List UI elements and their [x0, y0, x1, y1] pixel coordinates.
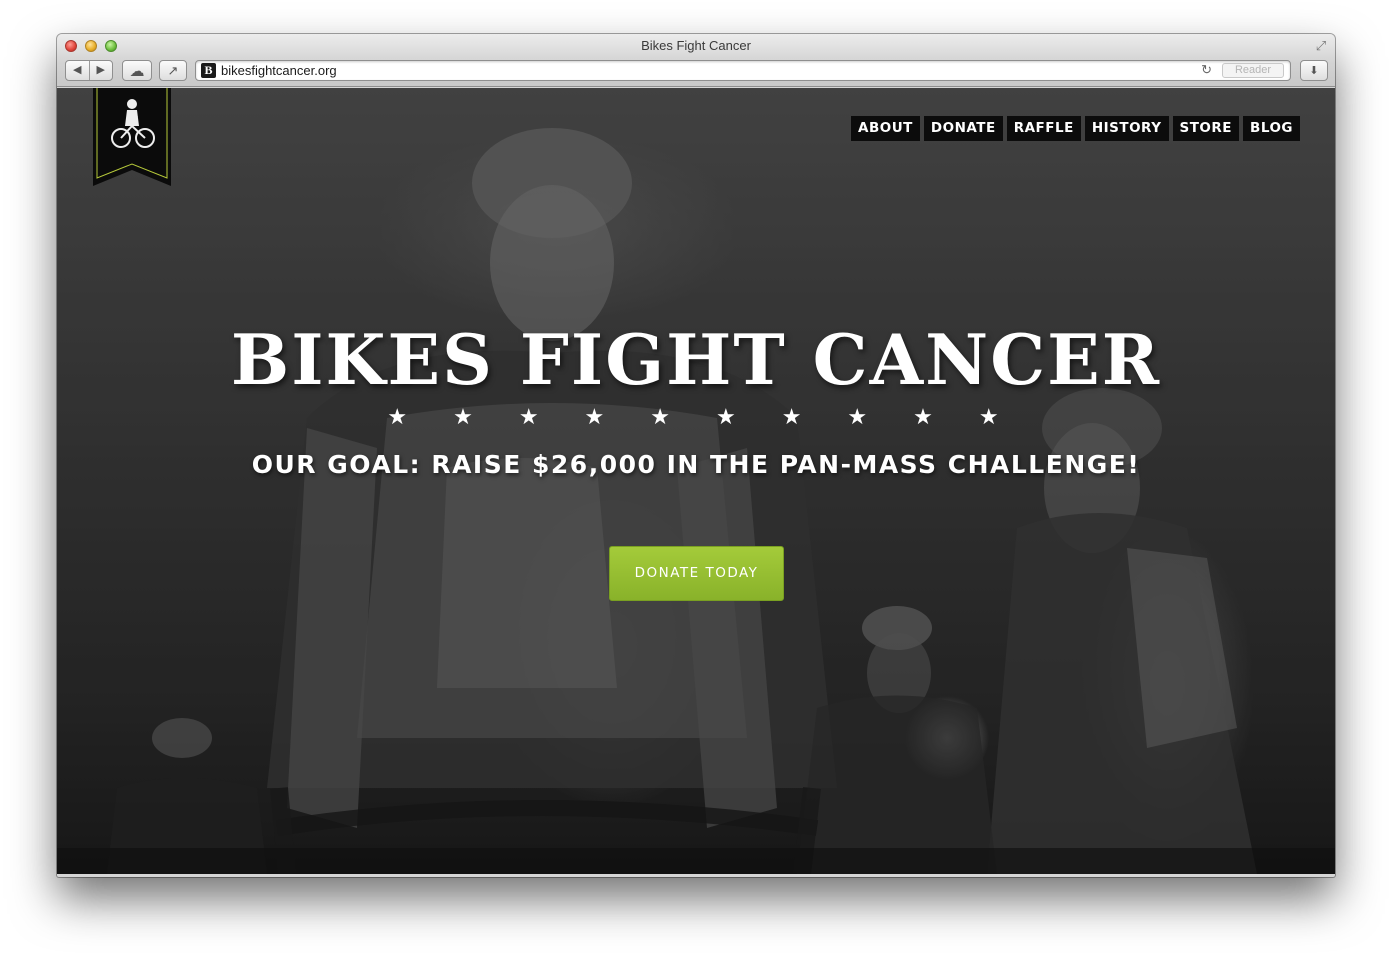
- nav-blog[interactable]: BLOG: [1243, 116, 1300, 141]
- nav-raffle[interactable]: RAFFLE: [1006, 116, 1081, 141]
- donate-today-button[interactable]: DONATE TODAY: [609, 546, 784, 601]
- url-text[interactable]: bikesfightcancer.org: [221, 63, 337, 78]
- star-divider: ★★★★★★★★★★: [387, 404, 1045, 429]
- nav-store[interactable]: STORE: [1172, 116, 1240, 141]
- site-favicon: B: [201, 63, 216, 78]
- nav-about[interactable]: ABOUT: [851, 116, 920, 141]
- reload-icon[interactable]: ↻: [1201, 62, 1212, 78]
- site-nav: ABOUT DONATE RAFFLE HISTORY STORE BLOG: [851, 116, 1300, 141]
- forward-arrow-icon[interactable]: ▶: [90, 61, 113, 80]
- page-viewport: ABOUT DONATE RAFFLE HISTORY STORE BLOG B…: [57, 88, 1335, 874]
- nav-donate[interactable]: DONATE: [923, 116, 1003, 141]
- hero-photo: [57, 88, 1335, 874]
- download-icon: ⬇: [1309, 65, 1319, 77]
- back-forward-group: ◀ ▶: [65, 60, 113, 81]
- back-arrow-icon[interactable]: ◀: [66, 61, 89, 80]
- cloud-icon: ☁: [129, 62, 145, 80]
- fullscreen-icon[interactable]: ⤢: [1313, 38, 1329, 54]
- downloads-button[interactable]: ⬇: [1300, 60, 1328, 81]
- reader-button[interactable]: Reader: [1222, 63, 1284, 78]
- browser-toolbar: Bikes Fight Cancer ⤢ ◀ ▶ ☁ ↗ B bikesfigh…: [57, 34, 1335, 87]
- window-title: Bikes Fight Cancer: [641, 38, 751, 53]
- nav-history[interactable]: HISTORY: [1084, 116, 1169, 141]
- share-icon: ↗: [167, 62, 179, 78]
- site-logo-banner[interactable]: [93, 88, 171, 186]
- goal-subtitle: OUR GOAL: RAISE $26,000 IN THE PAN-MASS …: [251, 450, 1141, 479]
- browser-window: Bikes Fight Cancer ⤢ ◀ ▶ ☁ ↗ B bikesfigh…: [57, 34, 1335, 877]
- share-button[interactable]: ↗: [159, 60, 187, 81]
- icloud-tabs-button[interactable]: ☁: [122, 60, 152, 81]
- address-bar[interactable]: B bikesfightcancer.org ↻ Reader: [195, 60, 1291, 81]
- hero-title: BIKES FIGHT CANCER: [230, 320, 1162, 401]
